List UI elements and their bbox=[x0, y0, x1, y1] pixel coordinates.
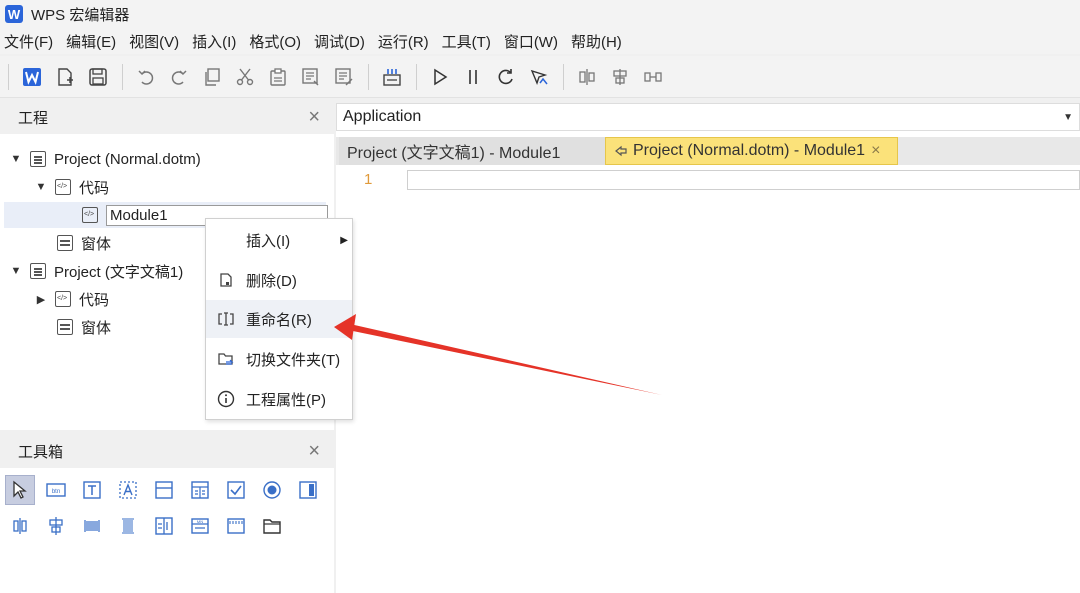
annotation-arrow bbox=[334, 314, 662, 395]
